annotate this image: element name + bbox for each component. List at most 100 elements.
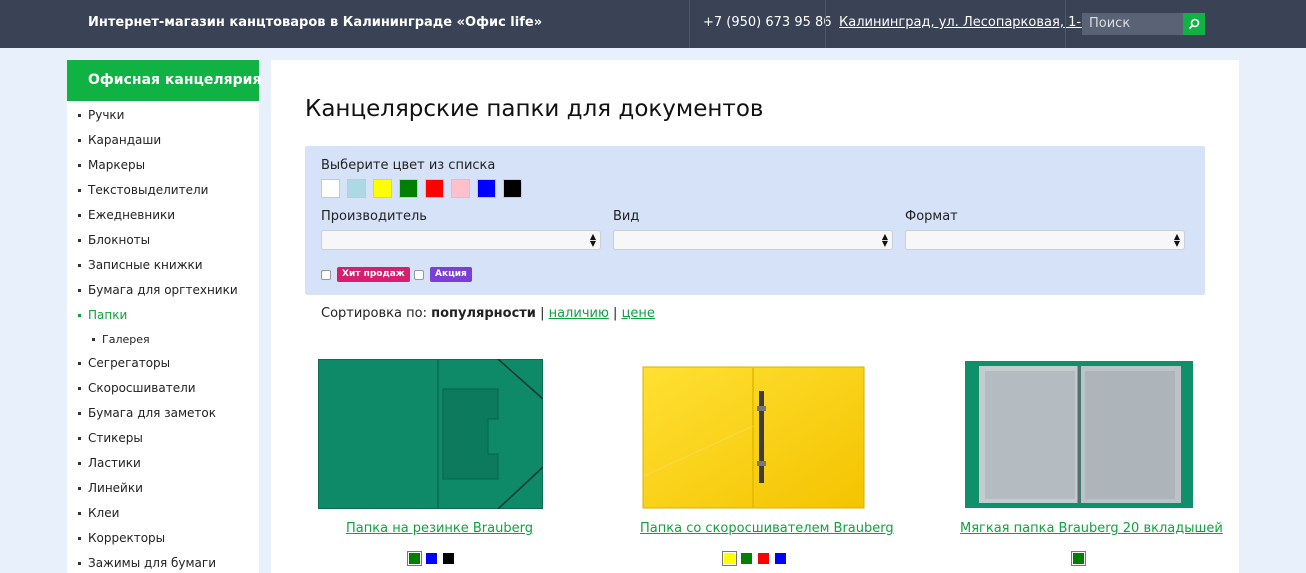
bullet-icon [92, 338, 95, 341]
product-color-chip[interactable] [1071, 551, 1086, 566]
bullet-icon [78, 164, 81, 167]
hit-checkbox[interactable] [321, 270, 331, 280]
bullet-icon [78, 114, 81, 117]
product-name-link[interactable]: Мягкая папка Brauberg 20 вкладышей [960, 521, 1223, 536]
sidebar-heading[interactable]: Офисная канцелярия [67, 60, 261, 101]
sort-divider: | [613, 306, 618, 321]
select-arrows-icon: ▲ ▼ [1173, 232, 1180, 248]
sidebar-item-label: Скоросшиватели [88, 381, 196, 395]
sort-prefix: Сортировка по: [321, 306, 427, 321]
sidebar-item[interactable]: Корректоры [67, 526, 259, 551]
select-arrows-icon: ▲ ▼ [881, 232, 888, 248]
sidebar-item[interactable]: Скоросшиватели [67, 376, 259, 401]
select-arrows-icon: ▲ ▼ [589, 232, 596, 248]
sidebar-item[interactable]: Сегрегаторы [67, 351, 259, 376]
product-name-link[interactable]: Папка со скоросшивателем Brauberg [640, 521, 894, 536]
sidebar-item[interactable]: Линейки [67, 476, 259, 501]
header-divider [825, 0, 826, 48]
sidebar-item[interactable]: Маркеры [67, 153, 259, 178]
manufacturer-select[interactable]: ▲ ▼ [321, 230, 601, 250]
bullet-icon [78, 487, 81, 490]
main-content: Канцелярские папки для документов Выбери… [271, 60, 1239, 573]
color-swatch[interactable] [321, 179, 340, 198]
product-color-chip[interactable] [407, 551, 422, 566]
sidebar-item-label: Клеи [88, 506, 120, 520]
bullet-icon [78, 239, 81, 242]
hit-badge: Хит продаж [337, 267, 410, 282]
filter-panel: Выберите цвет из списка Производитель Ви… [305, 146, 1205, 295]
color-swatch[interactable] [347, 179, 366, 198]
format-select[interactable]: ▲ ▼ [905, 230, 1185, 250]
sidebar-item[interactable]: Ластики [67, 451, 259, 476]
sidebar-item[interactable]: Бумага для заметок [67, 401, 259, 426]
bullet-icon [78, 289, 81, 292]
product-color-chip[interactable] [758, 553, 769, 564]
sidebar-item[interactable]: Папки [67, 303, 259, 328]
search-input[interactable]: Поиск [1082, 13, 1184, 35]
type-select[interactable]: ▲ ▼ [613, 230, 893, 250]
sidebar-item-label: Линейки [88, 481, 143, 495]
phone-number[interactable]: +7 (950) 673 95 86 [703, 15, 832, 30]
bullet-icon [78, 562, 81, 565]
product-image-yellow-folder[interactable] [642, 366, 867, 511]
sidebar-item[interactable]: Текстовыделители [67, 178, 259, 203]
color-swatch[interactable] [503, 179, 522, 198]
sidebar-item[interactable]: Бумага для оргтехники [67, 278, 259, 303]
color-swatch[interactable] [373, 179, 392, 198]
bullet-icon [78, 139, 81, 142]
sidebar-item-label: Ежедневники [88, 208, 176, 222]
bullet-icon [78, 264, 81, 267]
sidebar-item[interactable]: Ручки [67, 103, 259, 128]
page-title: Канцелярские папки для документов [305, 96, 764, 122]
sale-badge: Акция [430, 267, 472, 282]
sort-popularity[interactable]: популярности [431, 306, 536, 321]
sidebar-item-label: Бумага для заметок [88, 406, 216, 420]
sidebar-item[interactable]: Блокноты [67, 228, 259, 253]
sidebar-item-label: Бумага для оргтехники [88, 283, 238, 297]
sidebar-item[interactable]: Клеи [67, 501, 259, 526]
sidebar-item[interactable]: Стикеры [67, 426, 259, 451]
product-image-display-book[interactable] [965, 361, 1193, 508]
color-swatch[interactable] [477, 179, 496, 198]
color-swatch[interactable] [399, 179, 418, 198]
site-title[interactable]: Интернет-магазин канцтоваров в Калинингр… [88, 15, 542, 30]
product-color-chip[interactable] [443, 553, 454, 564]
sidebar-item-label: Записные книжки [88, 258, 203, 272]
bullet-icon [78, 437, 81, 440]
sidebar-item[interactable]: Зажимы для бумаги [67, 551, 259, 573]
sidebar-item-label: Стикеры [88, 431, 143, 445]
color-swatch[interactable] [451, 179, 470, 198]
search-button[interactable] [1183, 13, 1205, 35]
product-name-link[interactable]: Папка на резинке Brauberg [346, 521, 533, 536]
sidebar-item-label: Ручки [88, 108, 125, 122]
top-bar: Интернет-магазин канцтоваров в Калинингр… [0, 0, 1306, 48]
bullet-icon [78, 412, 81, 415]
product-colors [722, 551, 792, 566]
sale-checkbox[interactable] [414, 270, 424, 280]
bullet-icon [78, 189, 81, 192]
product-color-chip[interactable] [741, 553, 752, 564]
sidebar-item[interactable]: Карандаши [67, 128, 259, 153]
color-filter-label: Выберите цвет из списка [321, 158, 496, 173]
product-image-elastic-folder[interactable] [318, 359, 543, 509]
bullet-icon [78, 537, 81, 540]
bullet-icon [78, 314, 81, 317]
sort-price-link[interactable]: цене [622, 306, 655, 321]
search-icon [1188, 18, 1200, 30]
sort-divider: | [540, 306, 545, 321]
sidebar-item[interactable]: Ежедневники [67, 203, 259, 228]
address-link[interactable]: Калининград, ул. Лесопарковая, 1-7 [839, 15, 1089, 30]
color-swatch[interactable] [425, 179, 444, 198]
product-color-chip[interactable] [775, 553, 786, 564]
sort-availability-link[interactable]: наличию [549, 306, 609, 321]
format-label: Формат [905, 209, 958, 224]
sidebar-item[interactable]: Записные книжки [67, 253, 259, 278]
sidebar-item-label: Текстовыделители [88, 183, 209, 197]
sidebar-item-label: Маркеры [88, 158, 146, 172]
sidebar-item[interactable]: Галерея [67, 328, 259, 351]
product-colors [407, 551, 460, 566]
product-color-chip[interactable] [426, 553, 437, 564]
sidebar-item-label: Корректоры [88, 531, 166, 545]
product-color-chip[interactable] [722, 551, 737, 566]
bullet-icon [78, 214, 81, 217]
